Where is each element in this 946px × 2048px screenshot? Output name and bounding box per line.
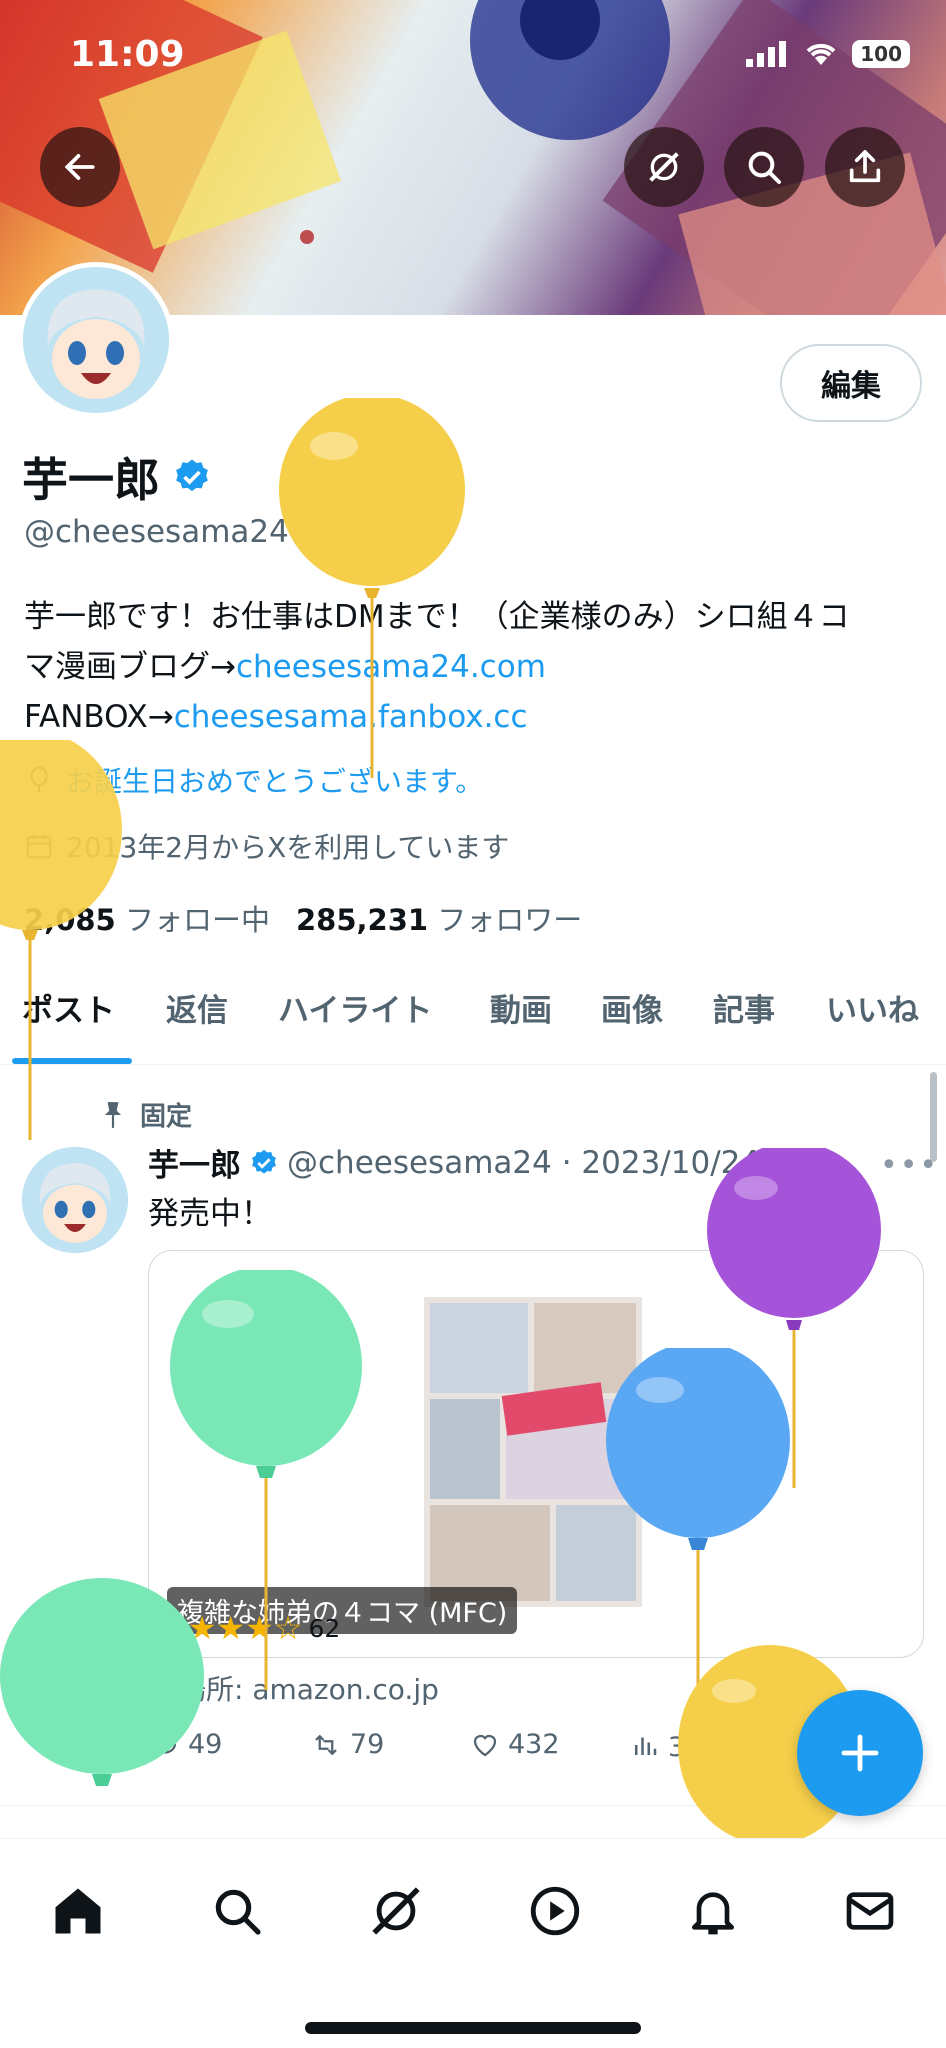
reply-count: 49	[188, 1729, 223, 1760]
reply-icon	[153, 1733, 177, 1756]
like-count: 432	[508, 1729, 560, 1760]
back-button[interactable]	[40, 127, 120, 207]
calendar-icon	[26, 834, 52, 859]
repost-icon	[315, 1734, 337, 1755]
bio-link-blog[interactable]: cheesesama24.com	[236, 649, 546, 685]
status-time: 11:09	[70, 34, 185, 75]
edit-profile-button[interactable]: 編集	[780, 344, 922, 422]
status-icons: 100	[746, 40, 910, 68]
following-link[interactable]: 2,085 フォロー中	[24, 897, 270, 939]
home-indicator[interactable]	[305, 2022, 641, 2034]
post-actions: 49 79 432 356万	[150, 1725, 790, 1764]
views-button[interactable]: 356万	[630, 1725, 790, 1764]
pin-icon	[104, 1101, 122, 1128]
nav-grok[interactable]	[356, 1871, 436, 1951]
profile-name: 芋一郎	[22, 453, 160, 507]
nav-messages[interactable]	[830, 1871, 910, 1951]
following-label: フォロー中	[124, 903, 270, 937]
search-button[interactable]	[724, 127, 804, 207]
tab-videos[interactable]: 動画	[490, 985, 552, 1030]
home-icon	[55, 1888, 101, 1934]
tab-replies[interactable]: 返信	[166, 985, 228, 1030]
pinned-label: 固定	[140, 1102, 193, 1132]
bell-icon	[692, 1892, 734, 1935]
bio-link-fanbox[interactable]: cheesesama.fanbox.cc	[174, 699, 528, 735]
share-button[interactable]	[825, 127, 905, 207]
birthday-text[interactable]: お誕生日おめでとうございます。	[66, 760, 483, 800]
manga-cover-illustration	[424, 1297, 642, 1607]
profile-bio: 芋一郎です！お仕事はDMまで！（企業様のみ）シロ組４コ マ漫画ブログ→chees…	[24, 592, 924, 742]
nav-home[interactable]	[38, 1871, 118, 1951]
nav-video[interactable]	[515, 1871, 595, 1951]
birthday-row[interactable]: お誕生日おめでとうございます。	[24, 760, 483, 800]
followers-label: フォロワー	[437, 903, 583, 937]
following-count: 2,085	[24, 903, 116, 937]
post-header: 芋一郎 @cheesesama24 · 2023/10/24	[148, 1140, 760, 1185]
profile-handle: @cheesesama24	[24, 514, 289, 550]
post-author-avatar[interactable]	[22, 1147, 128, 1253]
active-tab-indicator	[12, 1058, 132, 1064]
like-button[interactable]: 432	[470, 1725, 630, 1764]
post-divider	[0, 1805, 946, 1806]
bottom-navigation	[0, 1838, 946, 2048]
battery-indicator: 100	[852, 40, 910, 68]
views-icon	[635, 1737, 657, 1755]
profile-name-row: 芋一郎	[22, 444, 212, 510]
nav-search[interactable]	[197, 1871, 277, 1951]
followers-link[interactable]: 285,231 フォロワー	[296, 897, 582, 939]
joined-row: 2013年2月からXを利用しています	[24, 826, 509, 866]
repost-button[interactable]: 79	[310, 1725, 470, 1764]
profile-avatar[interactable]	[18, 262, 174, 418]
balloon-icon	[30, 766, 48, 793]
heart-icon	[473, 1734, 497, 1756]
bio-line-2: マ漫画ブログ→	[24, 649, 236, 685]
avatar-illustration	[22, 1147, 128, 1253]
post-more-icon[interactable]: •••	[880, 1148, 939, 1183]
verified-badge-icon[interactable]	[172, 457, 212, 497]
yellow-balloon	[0, 740, 122, 1140]
bio-line-1: 芋一郎です！お仕事はDMまで！（企業様のみ）シロ組４コ	[24, 599, 850, 635]
mail-icon	[846, 1892, 894, 1930]
joined-text: 2013年2月からXを利用しています	[66, 831, 510, 864]
plus-icon	[841, 1734, 879, 1772]
search-icon	[748, 151, 781, 184]
post-text: 発売中！	[148, 1196, 272, 1232]
followers-count: 285,231	[295, 903, 429, 937]
wifi-icon	[806, 43, 836, 65]
tab-images[interactable]: 画像	[601, 985, 663, 1030]
rating-count: 62	[308, 1613, 341, 1643]
post-handle-date: @cheesesama24 · 2023/10/24	[287, 1144, 761, 1181]
view-count: 356万	[668, 1732, 747, 1763]
card-rating: ★★★★☆ 62	[159, 1609, 340, 1647]
profile-tabs: ポスト 返信 ハイライト 動画 画像 記事 いいね	[0, 975, 946, 1065]
grok-icon	[372, 1887, 420, 1935]
link-card[interactable]: 複雑な姉弟の４コマ (MFC) ★★★★☆ 62	[148, 1250, 924, 1658]
search-icon	[215, 1889, 261, 1935]
nav-notifications[interactable]	[673, 1871, 753, 1951]
back-arrow-icon	[64, 154, 95, 180]
repost-count: 79	[350, 1729, 385, 1760]
signal-icon	[746, 41, 787, 67]
rating-stars: ★★★★☆	[159, 1609, 303, 1647]
tab-likes[interactable]: いいね	[826, 985, 919, 1030]
share-icon	[849, 150, 881, 183]
card-image	[424, 1297, 642, 1607]
tab-articles[interactable]: 記事	[713, 985, 775, 1030]
tab-highlights[interactable]: ハイライト	[278, 985, 432, 1030]
reply-button[interactable]: 49	[150, 1725, 310, 1764]
grok-icon	[649, 152, 679, 182]
verified-badge-icon	[252, 1149, 276, 1174]
card-source: 場所: amazon.co.jp	[178, 1673, 439, 1706]
tab-posts[interactable]: ポスト	[22, 985, 115, 1030]
post-author-name[interactable]: 芋一郎	[148, 1140, 241, 1185]
avatar-illustration	[23, 267, 169, 413]
pinned-label-row: 固定	[100, 1096, 192, 1133]
follow-stats: 2,085 フォロー中 285,231 フォロワー	[24, 897, 582, 939]
grok-button[interactable]	[624, 127, 704, 207]
play-icon	[530, 1886, 580, 1936]
compose-button[interactable]	[797, 1690, 923, 1816]
bio-line-3: FANBOX→	[24, 699, 174, 735]
